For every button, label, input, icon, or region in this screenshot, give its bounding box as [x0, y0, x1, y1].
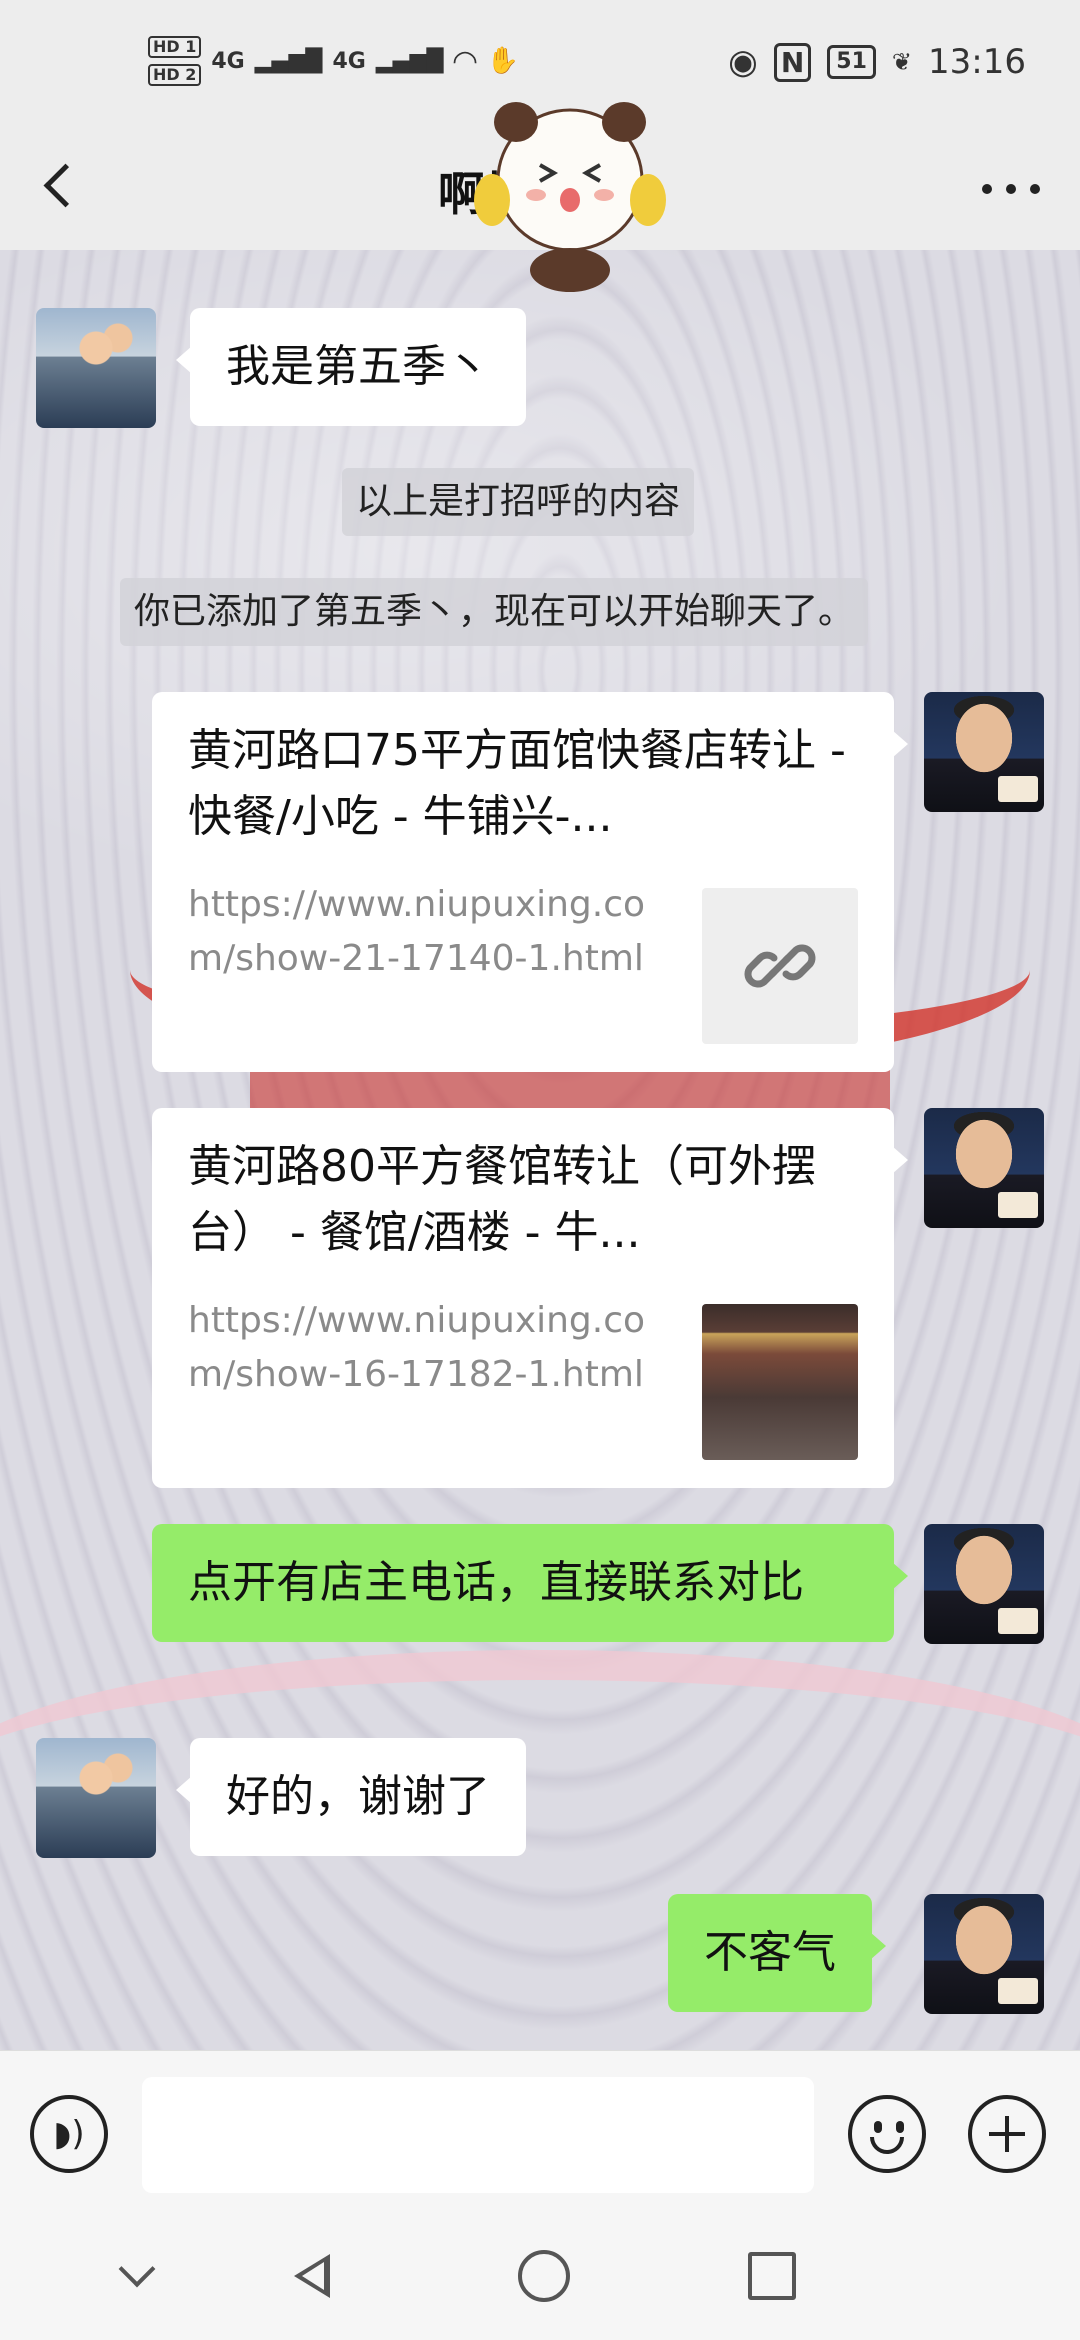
nav-back-icon[interactable]: [282, 2246, 342, 2306]
system-nav-bar: [0, 2210, 1080, 2340]
signal-4g-1: 4G: [211, 48, 245, 74]
signal-bars-icon: ▂▄▆█: [254, 48, 323, 74]
hd1-label: HD 1: [148, 36, 202, 58]
link-title: 黄河路口75平方面馆快餐店转让 - 快餐/小吃 - 牛铺兴-...: [188, 725, 846, 842]
voice-icon[interactable]: ◗): [30, 2095, 108, 2173]
leaf-icon: ❦: [891, 48, 913, 76]
nav-down-icon[interactable]: [108, 2246, 168, 2306]
chat-area[interactable]: 我是第五季丶 以上是打招呼的内容 你已添加了第五季丶，现在可以开始聊天了。 黄河…: [0, 250, 1080, 2050]
nfc-icon: N: [773, 42, 812, 82]
signal-bars-icon: ▂▄▆█: [375, 48, 444, 74]
link-thumbnail: [702, 1304, 858, 1460]
status-left: HD 1 HD 2 4G ▂▄▆█ 4G ▂▄▆█ ◠ ✋: [148, 36, 519, 86]
avatar-self[interactable]: [924, 1108, 1044, 1228]
input-bar: ◗): [0, 2050, 1080, 2210]
plus-icon[interactable]: [968, 2095, 1046, 2173]
system-message: 以上是打招呼的内容: [342, 468, 695, 536]
background-decoration: [0, 1650, 1080, 1910]
signal-4g-2: 4G: [332, 48, 366, 74]
link-url: https://www.niupuxing.com/show-16-17182-…: [188, 1300, 646, 1395]
message-outgoing[interactable]: 点开有店主电话，直接联系对比: [152, 1524, 908, 1642]
link-url: https://www.niupuxing.com/show-21-17140-…: [188, 884, 646, 979]
panda-sticker-icon: [474, 102, 666, 292]
more-icon[interactable]: [976, 158, 1046, 218]
link-card[interactable]: 黄河路口75平方面馆快餐店转让 - 快餐/小吃 - 牛铺兴-... https:…: [152, 692, 908, 1072]
hd-indicator: HD 1 HD 2: [148, 36, 202, 86]
message-incoming[interactable]: 我是第五季丶: [176, 308, 526, 426]
avatar-self[interactable]: [924, 692, 1044, 812]
link-card[interactable]: 黄河路80平方餐馆转让（可外摆台） - 餐馆/酒楼 - 牛... https:/…: [152, 1108, 908, 1488]
system-message: 你已添加了第五季丶，现在可以开始聊天了。: [120, 578, 869, 646]
nav-recent-icon[interactable]: [742, 2246, 802, 2306]
nav-home-icon[interactable]: [514, 2246, 574, 2306]
link-title: 黄河路80平方餐馆转让（可外摆台） - 餐馆/酒楼 - 牛...: [188, 1141, 816, 1258]
battery-icon: 51: [827, 45, 876, 79]
status-right: ◉ N 51 ❦ 13:16: [728, 42, 1026, 82]
clock-time: 13:16: [928, 42, 1026, 82]
message-input[interactable]: [142, 2077, 814, 2193]
message-outgoing[interactable]: 不客气: [668, 1894, 886, 2012]
link-icon: [744, 944, 816, 988]
message-incoming[interactable]: 好的，谢谢了: [176, 1738, 526, 1856]
avatar-contact[interactable]: [36, 308, 156, 428]
emoji-icon[interactable]: [848, 2095, 926, 2173]
avatar-contact[interactable]: [36, 1738, 156, 1858]
link-thumbnail: [702, 888, 858, 1044]
hd2-label: HD 2: [148, 64, 202, 86]
avatar-self[interactable]: [924, 1894, 1044, 2014]
avatar-self[interactable]: [924, 1524, 1044, 1644]
eye-icon: ◉: [728, 42, 758, 82]
